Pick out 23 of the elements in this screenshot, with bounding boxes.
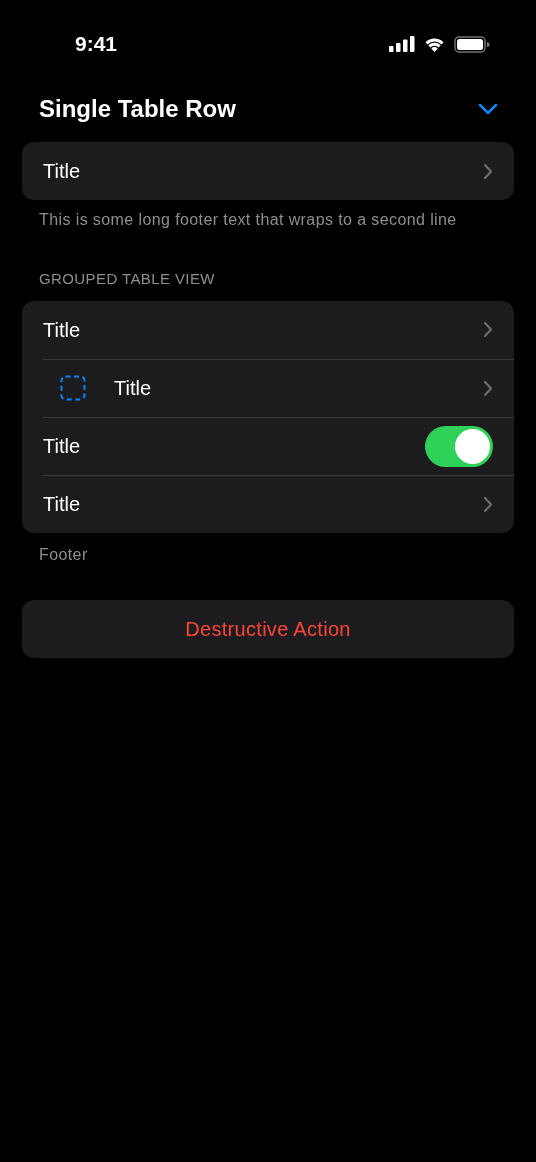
status-time: 9:41 [75,31,118,58]
chevron-right-icon [483,379,493,397]
chevron-right-icon [483,495,493,513]
chevron-right-icon [483,321,493,338]
row-title: Title [114,376,153,401]
chevron-right-icon [483,162,493,180]
row-title: Title [43,434,82,459]
section-footer: Footer [0,532,536,567]
toggle-switch[interactable] [425,425,493,467]
destructive-button[interactable]: Destructive Action [22,599,514,658]
table-row[interactable]: Title [43,474,514,533]
table-row[interactable]: Title [43,358,514,417]
toggle-row[interactable]: Title [43,416,514,475]
row-title: Title [43,159,82,184]
signal-icon [389,36,415,52]
table-row[interactable]: Title [43,300,514,359]
section-header: GROUPED TABLE VIEW [38,269,216,289]
section-footer: This is some long footer text that wraps to a second line [0,200,536,232]
dashed-square-icon [60,375,86,401]
battery-icon [454,35,490,53]
row-title: Title [43,492,82,517]
row-title: Title [43,317,82,343]
page-title: Single Table Row [39,94,236,124]
